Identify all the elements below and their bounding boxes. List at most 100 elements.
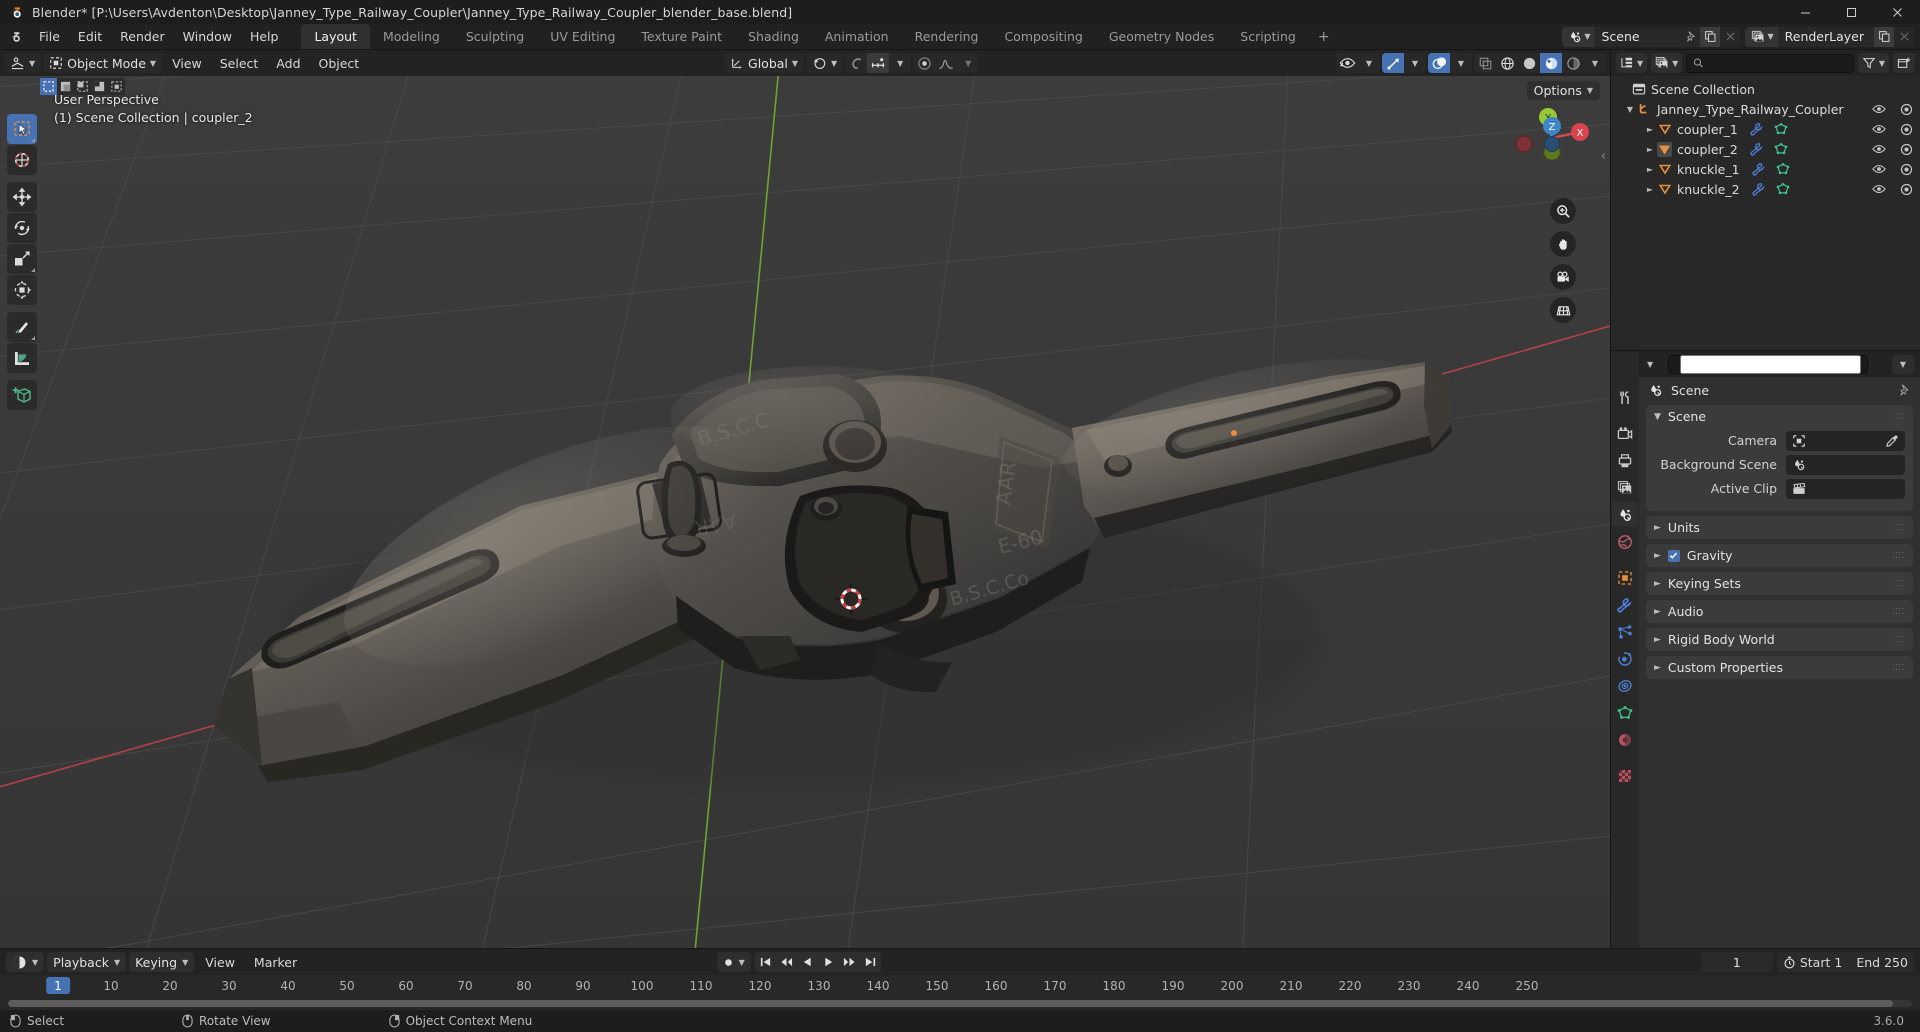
viewport-menu-select[interactable]: Select (212, 53, 267, 73)
previous-keyframe-button[interactable] (776, 952, 797, 972)
timeline-editor[interactable]: ▼ Playback ▼ Keying ▼ View Marker ▼ 1 St… (0, 948, 1920, 1010)
eyedropper-icon[interactable] (1885, 434, 1899, 448)
jump-to-end-button[interactable] (860, 952, 881, 972)
mesh-data-icon[interactable] (1774, 122, 1789, 137)
panel-keying-sets-header[interactable]: ► Keying Sets ···· ···· (1646, 572, 1913, 595)
editor-type-button[interactable]: ▼ (4, 53, 42, 73)
shading-rendered-icon[interactable] (1562, 53, 1584, 73)
scene-tab[interactable] (1612, 502, 1638, 527)
tab-shading[interactable]: Shading (735, 24, 812, 49)
playhead[interactable]: 1 (46, 977, 70, 994)
modifier-icon[interactable] (1752, 162, 1767, 177)
disable-in-render-icon[interactable] (1899, 162, 1914, 177)
show-gizmo-icon[interactable] (1382, 53, 1404, 73)
tab-texture-paint[interactable]: Texture Paint (628, 24, 735, 49)
pin-id-icon[interactable] (1897, 383, 1911, 397)
jump-to-start-button[interactable] (755, 952, 776, 972)
proportional-toggle-icon[interactable] (913, 53, 935, 73)
viewport-3d[interactable]: B.S.C.C AAR AAR E-60 B.S.C.Co (0, 50, 1610, 948)
menu-help[interactable]: Help (241, 24, 288, 49)
proportional-editing-group[interactable]: ▼ (913, 53, 980, 73)
tab-sculpting[interactable]: Sculpting (453, 24, 537, 49)
snapping-group[interactable]: ▼ (845, 53, 912, 73)
outliner-row-object[interactable]: ► knuckle_2 (1611, 179, 1920, 199)
tab-layout[interactable]: Layout (301, 24, 370, 49)
expander-icon[interactable]: ► (1643, 125, 1657, 134)
world-tab[interactable] (1612, 529, 1638, 554)
remove-viewlayer-button[interactable] (1894, 26, 1914, 47)
panel-rigid-body-world[interactable]: ► Rigid Body World ···· ···· (1646, 628, 1913, 651)
tab-uv-editing[interactable]: UV Editing (537, 24, 628, 49)
camera-view-icon[interactable] (1550, 264, 1576, 290)
constraint-tab[interactable] (1612, 673, 1638, 698)
tab-geometry-nodes[interactable]: Geometry Nodes (1096, 24, 1227, 49)
viewport-menu-view[interactable]: View (164, 53, 210, 73)
physics-tab[interactable] (1612, 646, 1638, 671)
shading-solid-icon[interactable] (1518, 53, 1540, 73)
next-keyframe-button[interactable] (839, 952, 860, 972)
panel-rigid-body-world-header[interactable]: ► Rigid Body World ···· ···· (1646, 628, 1913, 651)
transform-tool[interactable] (7, 275, 37, 305)
gizmo-chevron[interactable]: ▼ (1404, 53, 1426, 73)
hide-in-viewport-icon[interactable] (1871, 142, 1886, 157)
auto-keying-toggle[interactable]: ▼ (716, 952, 751, 972)
panel-custom-properties[interactable]: ► Custom Properties ···· ···· (1646, 656, 1913, 679)
row-visibility-controls[interactable] (1871, 102, 1914, 117)
tweak-tool[interactable] (7, 114, 37, 144)
cursor-tool[interactable] (7, 145, 37, 175)
timeline-menu-marker[interactable]: Marker (246, 952, 305, 972)
outliner-editor-type-button[interactable]: ▼ (1616, 53, 1648, 73)
editor-type-chevron[interactable]: ▼ (1645, 360, 1653, 369)
outliner-display-mode-button[interactable]: ▼ (1651, 53, 1683, 73)
new-viewlayer-button[interactable] (1874, 26, 1894, 47)
end-frame-value[interactable]: 250 (1884, 955, 1908, 970)
add-cube-tool[interactable] (7, 380, 37, 410)
scale-tool[interactable] (7, 244, 37, 274)
panel-gravity-header[interactable]: ► Gravity ···· ···· (1646, 544, 1913, 567)
outliner-row-scene-collection[interactable]: Scene Collection (1611, 79, 1920, 99)
hide-in-viewport-icon[interactable] (1871, 162, 1886, 177)
timeline-menu-view[interactable]: View (197, 952, 243, 972)
close-button[interactable] (1874, 0, 1920, 24)
viewport-canvas[interactable]: B.S.C.C AAR AAR E-60 B.S.C.Co (0, 76, 1610, 948)
output-tab[interactable] (1612, 448, 1638, 473)
overlays-chevron[interactable]: ▼ (1450, 53, 1472, 73)
sidebar-collapse-arrow[interactable]: ‹ (1601, 149, 1606, 164)
properties-search-input[interactable] (1668, 354, 1869, 374)
data-tab[interactable] (1612, 700, 1638, 725)
select-mode-row[interactable] (40, 78, 125, 95)
modifier-icon[interactable] (1752, 182, 1767, 197)
outliner-search-input[interactable] (1686, 53, 1854, 73)
background-scene-field[interactable] (1786, 454, 1905, 475)
mesh-data-icon[interactable] (1776, 182, 1791, 197)
proportional-edit-icon[interactable] (845, 53, 867, 73)
modifier-tab[interactable] (1612, 592, 1638, 617)
snap-magnet-icon[interactable] (867, 53, 890, 73)
disable-in-render-icon[interactable] (1899, 102, 1914, 117)
shading-material-preview-icon[interactable] (1540, 53, 1562, 73)
current-frame-field[interactable]: 1 (1700, 952, 1773, 972)
start-frame-value[interactable]: 1 (1834, 955, 1842, 970)
tool-tab[interactable] (1612, 385, 1638, 410)
tab-animation[interactable]: Animation (812, 24, 902, 49)
timeline-scrollbar[interactable] (8, 1000, 1912, 1008)
properties-search-field[interactable] (1680, 354, 1862, 374)
outliner-row-object[interactable]: ► knuckle_1 (1611, 159, 1920, 179)
viewlayer-icon-box[interactable]: ▼ (1745, 26, 1778, 47)
panel-scene[interactable]: ▼ Scene ···· ···· Camera Background Scen… (1646, 405, 1913, 511)
disable-in-render-icon[interactable] (1899, 122, 1914, 137)
play-button[interactable] (818, 952, 839, 972)
blender-menu-icon[interactable] (0, 24, 30, 49)
menu-render[interactable]: Render (111, 24, 174, 49)
texture-tab[interactable] (1612, 763, 1638, 788)
pin-scene-icon[interactable] (1680, 26, 1701, 47)
pan-hand-icon[interactable] (1550, 231, 1576, 257)
move-tool[interactable] (7, 182, 37, 212)
hide-in-viewport-icon[interactable] (1871, 122, 1886, 137)
falloff-dropdown-chevron[interactable]: ▼ (957, 53, 979, 73)
select-subtract-button[interactable] (74, 78, 91, 95)
modifier-icon[interactable] (1750, 122, 1765, 137)
panel-keying-sets[interactable]: ► Keying Sets ···· ···· (1646, 572, 1913, 595)
playback-controls[interactable]: ▼ (716, 952, 881, 972)
new-collection-button[interactable] (1893, 53, 1915, 73)
